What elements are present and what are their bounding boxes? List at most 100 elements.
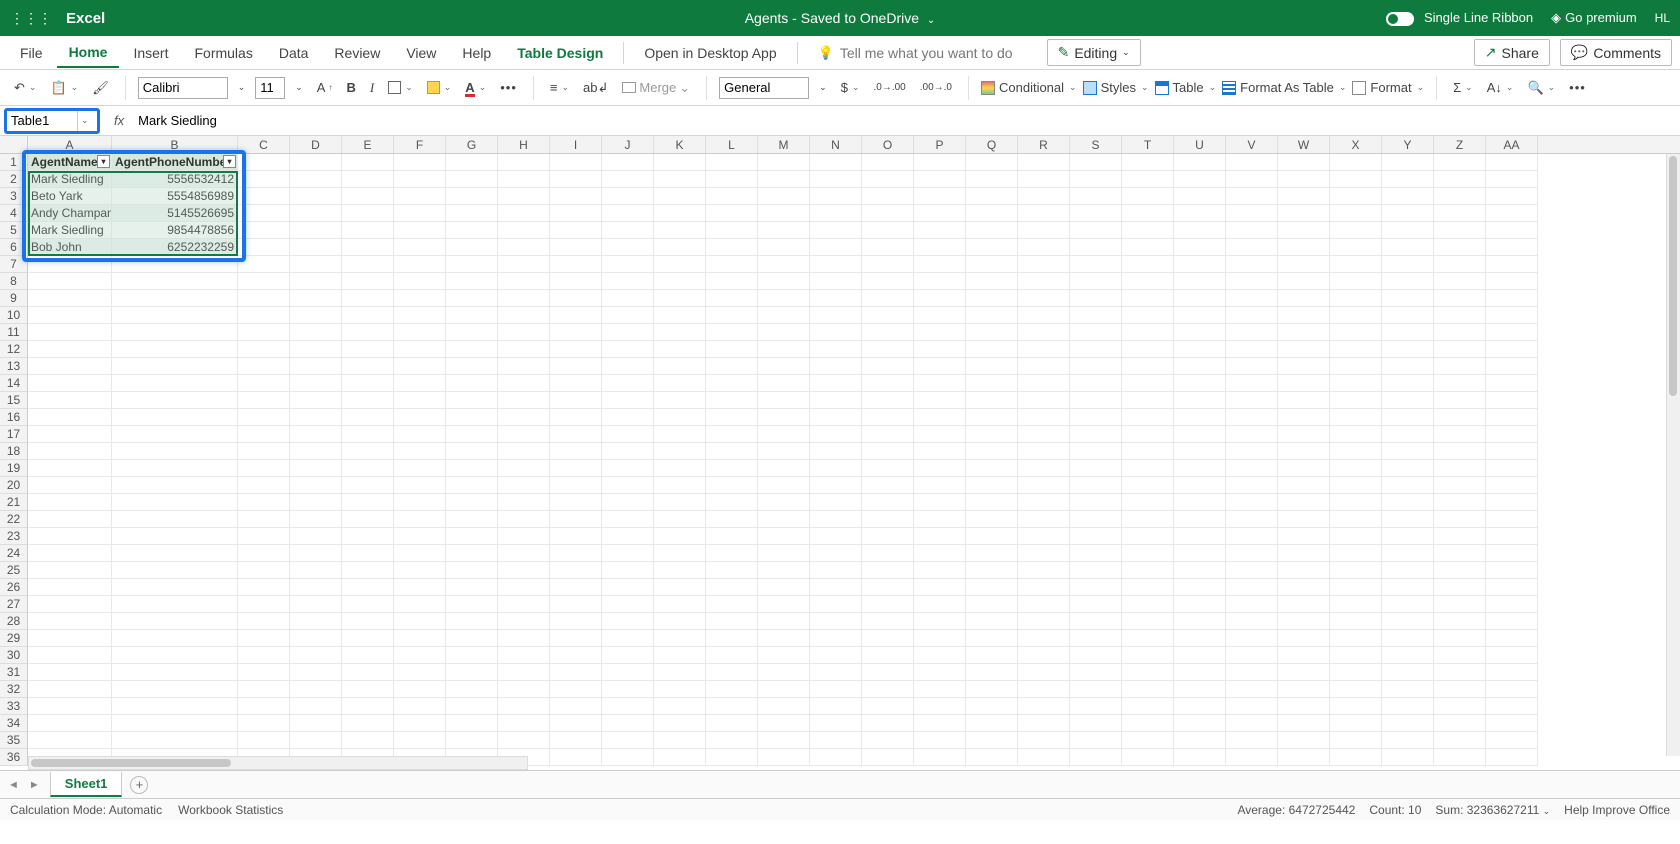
- row-header[interactable]: 26: [0, 579, 28, 596]
- cell[interactable]: [550, 749, 602, 766]
- cell[interactable]: [28, 732, 112, 749]
- cell[interactable]: [1070, 545, 1122, 562]
- cell[interactable]: [758, 664, 810, 681]
- cell[interactable]: [28, 426, 112, 443]
- cell[interactable]: [1382, 596, 1434, 613]
- cell[interactable]: [1070, 681, 1122, 698]
- cell[interactable]: [28, 596, 112, 613]
- row-header[interactable]: 23: [0, 528, 28, 545]
- cell[interactable]: [1070, 205, 1122, 222]
- cell[interactable]: [498, 375, 550, 392]
- cell[interactable]: [498, 290, 550, 307]
- cell[interactable]: [446, 188, 498, 205]
- cell[interactable]: [1226, 732, 1278, 749]
- cell[interactable]: [550, 460, 602, 477]
- cell[interactable]: [394, 256, 446, 273]
- cell[interactable]: [1382, 647, 1434, 664]
- cell[interactable]: [602, 664, 654, 681]
- cell[interactable]: [914, 375, 966, 392]
- cell[interactable]: [238, 375, 290, 392]
- cell[interactable]: [550, 596, 602, 613]
- cell[interactable]: [498, 545, 550, 562]
- cell[interactable]: [1486, 664, 1538, 681]
- cell[interactable]: [1330, 511, 1382, 528]
- cell[interactable]: [1330, 341, 1382, 358]
- cell[interactable]: [342, 307, 394, 324]
- cell[interactable]: [1486, 341, 1538, 358]
- cell[interactable]: [112, 681, 238, 698]
- cell[interactable]: [1018, 528, 1070, 545]
- cell[interactable]: [758, 715, 810, 732]
- paste-button[interactable]: 📋: [46, 78, 82, 98]
- cell[interactable]: [966, 596, 1018, 613]
- cell[interactable]: [966, 630, 1018, 647]
- cell[interactable]: [1278, 749, 1330, 766]
- font-size-select[interactable]: [255, 77, 285, 99]
- cell[interactable]: [1122, 426, 1174, 443]
- cell[interactable]: [914, 647, 966, 664]
- cell[interactable]: [1382, 324, 1434, 341]
- cell[interactable]: [966, 290, 1018, 307]
- cell[interactable]: [1382, 239, 1434, 256]
- cell[interactable]: [758, 545, 810, 562]
- document-title[interactable]: Agents - Saved to OneDrive ⌄: [745, 10, 936, 26]
- row-header[interactable]: 7: [0, 256, 28, 273]
- cell[interactable]: [654, 324, 706, 341]
- cell[interactable]: [1486, 171, 1538, 188]
- cell[interactable]: [1486, 596, 1538, 613]
- cell[interactable]: [654, 681, 706, 698]
- cell[interactable]: [1174, 409, 1226, 426]
- cell[interactable]: [706, 256, 758, 273]
- single-line-ribbon-toggle[interactable]: Single Line Ribbon: [1386, 10, 1533, 26]
- chevron-down-icon[interactable]: ⌄: [1543, 806, 1551, 816]
- cell[interactable]: [290, 698, 342, 715]
- cell[interactable]: [238, 732, 290, 749]
- cell[interactable]: [1434, 562, 1486, 579]
- cell[interactable]: [914, 579, 966, 596]
- cell[interactable]: [966, 732, 1018, 749]
- cell[interactable]: [1122, 647, 1174, 664]
- cell[interactable]: [1226, 528, 1278, 545]
- cell[interactable]: [290, 732, 342, 749]
- cell[interactable]: [1278, 443, 1330, 460]
- cell[interactable]: [1174, 732, 1226, 749]
- cell[interactable]: [498, 256, 550, 273]
- cell[interactable]: [1174, 205, 1226, 222]
- cell[interactable]: [706, 647, 758, 664]
- cell[interactable]: [758, 307, 810, 324]
- cell[interactable]: [602, 273, 654, 290]
- chevron-down-icon[interactable]: ⌄: [291, 80, 307, 95]
- cell[interactable]: [1226, 171, 1278, 188]
- cell[interactable]: [914, 290, 966, 307]
- cell[interactable]: [112, 256, 238, 273]
- cell[interactable]: [1174, 681, 1226, 698]
- cell[interactable]: [602, 239, 654, 256]
- cell[interactable]: [1174, 579, 1226, 596]
- cell[interactable]: [28, 307, 112, 324]
- cell[interactable]: [28, 409, 112, 426]
- cell[interactable]: [1226, 460, 1278, 477]
- cell[interactable]: [706, 715, 758, 732]
- cell[interactable]: [1434, 528, 1486, 545]
- cell[interactable]: [1434, 732, 1486, 749]
- cell[interactable]: [810, 154, 862, 171]
- cell[interactable]: [914, 715, 966, 732]
- cell[interactable]: [1382, 664, 1434, 681]
- cell[interactable]: [550, 613, 602, 630]
- cell[interactable]: [290, 664, 342, 681]
- cell[interactable]: [654, 630, 706, 647]
- cell[interactable]: [1486, 273, 1538, 290]
- cell[interactable]: [290, 307, 342, 324]
- cell[interactable]: [394, 443, 446, 460]
- cell[interactable]: [810, 511, 862, 528]
- cell[interactable]: [238, 273, 290, 290]
- cell[interactable]: [112, 715, 238, 732]
- cell[interactable]: [1174, 273, 1226, 290]
- cell[interactable]: [862, 205, 914, 222]
- cell[interactable]: [810, 732, 862, 749]
- cell[interactable]: [966, 494, 1018, 511]
- cell[interactable]: [446, 715, 498, 732]
- cell[interactable]: [112, 494, 238, 511]
- cell[interactable]: [1226, 341, 1278, 358]
- cell[interactable]: [862, 630, 914, 647]
